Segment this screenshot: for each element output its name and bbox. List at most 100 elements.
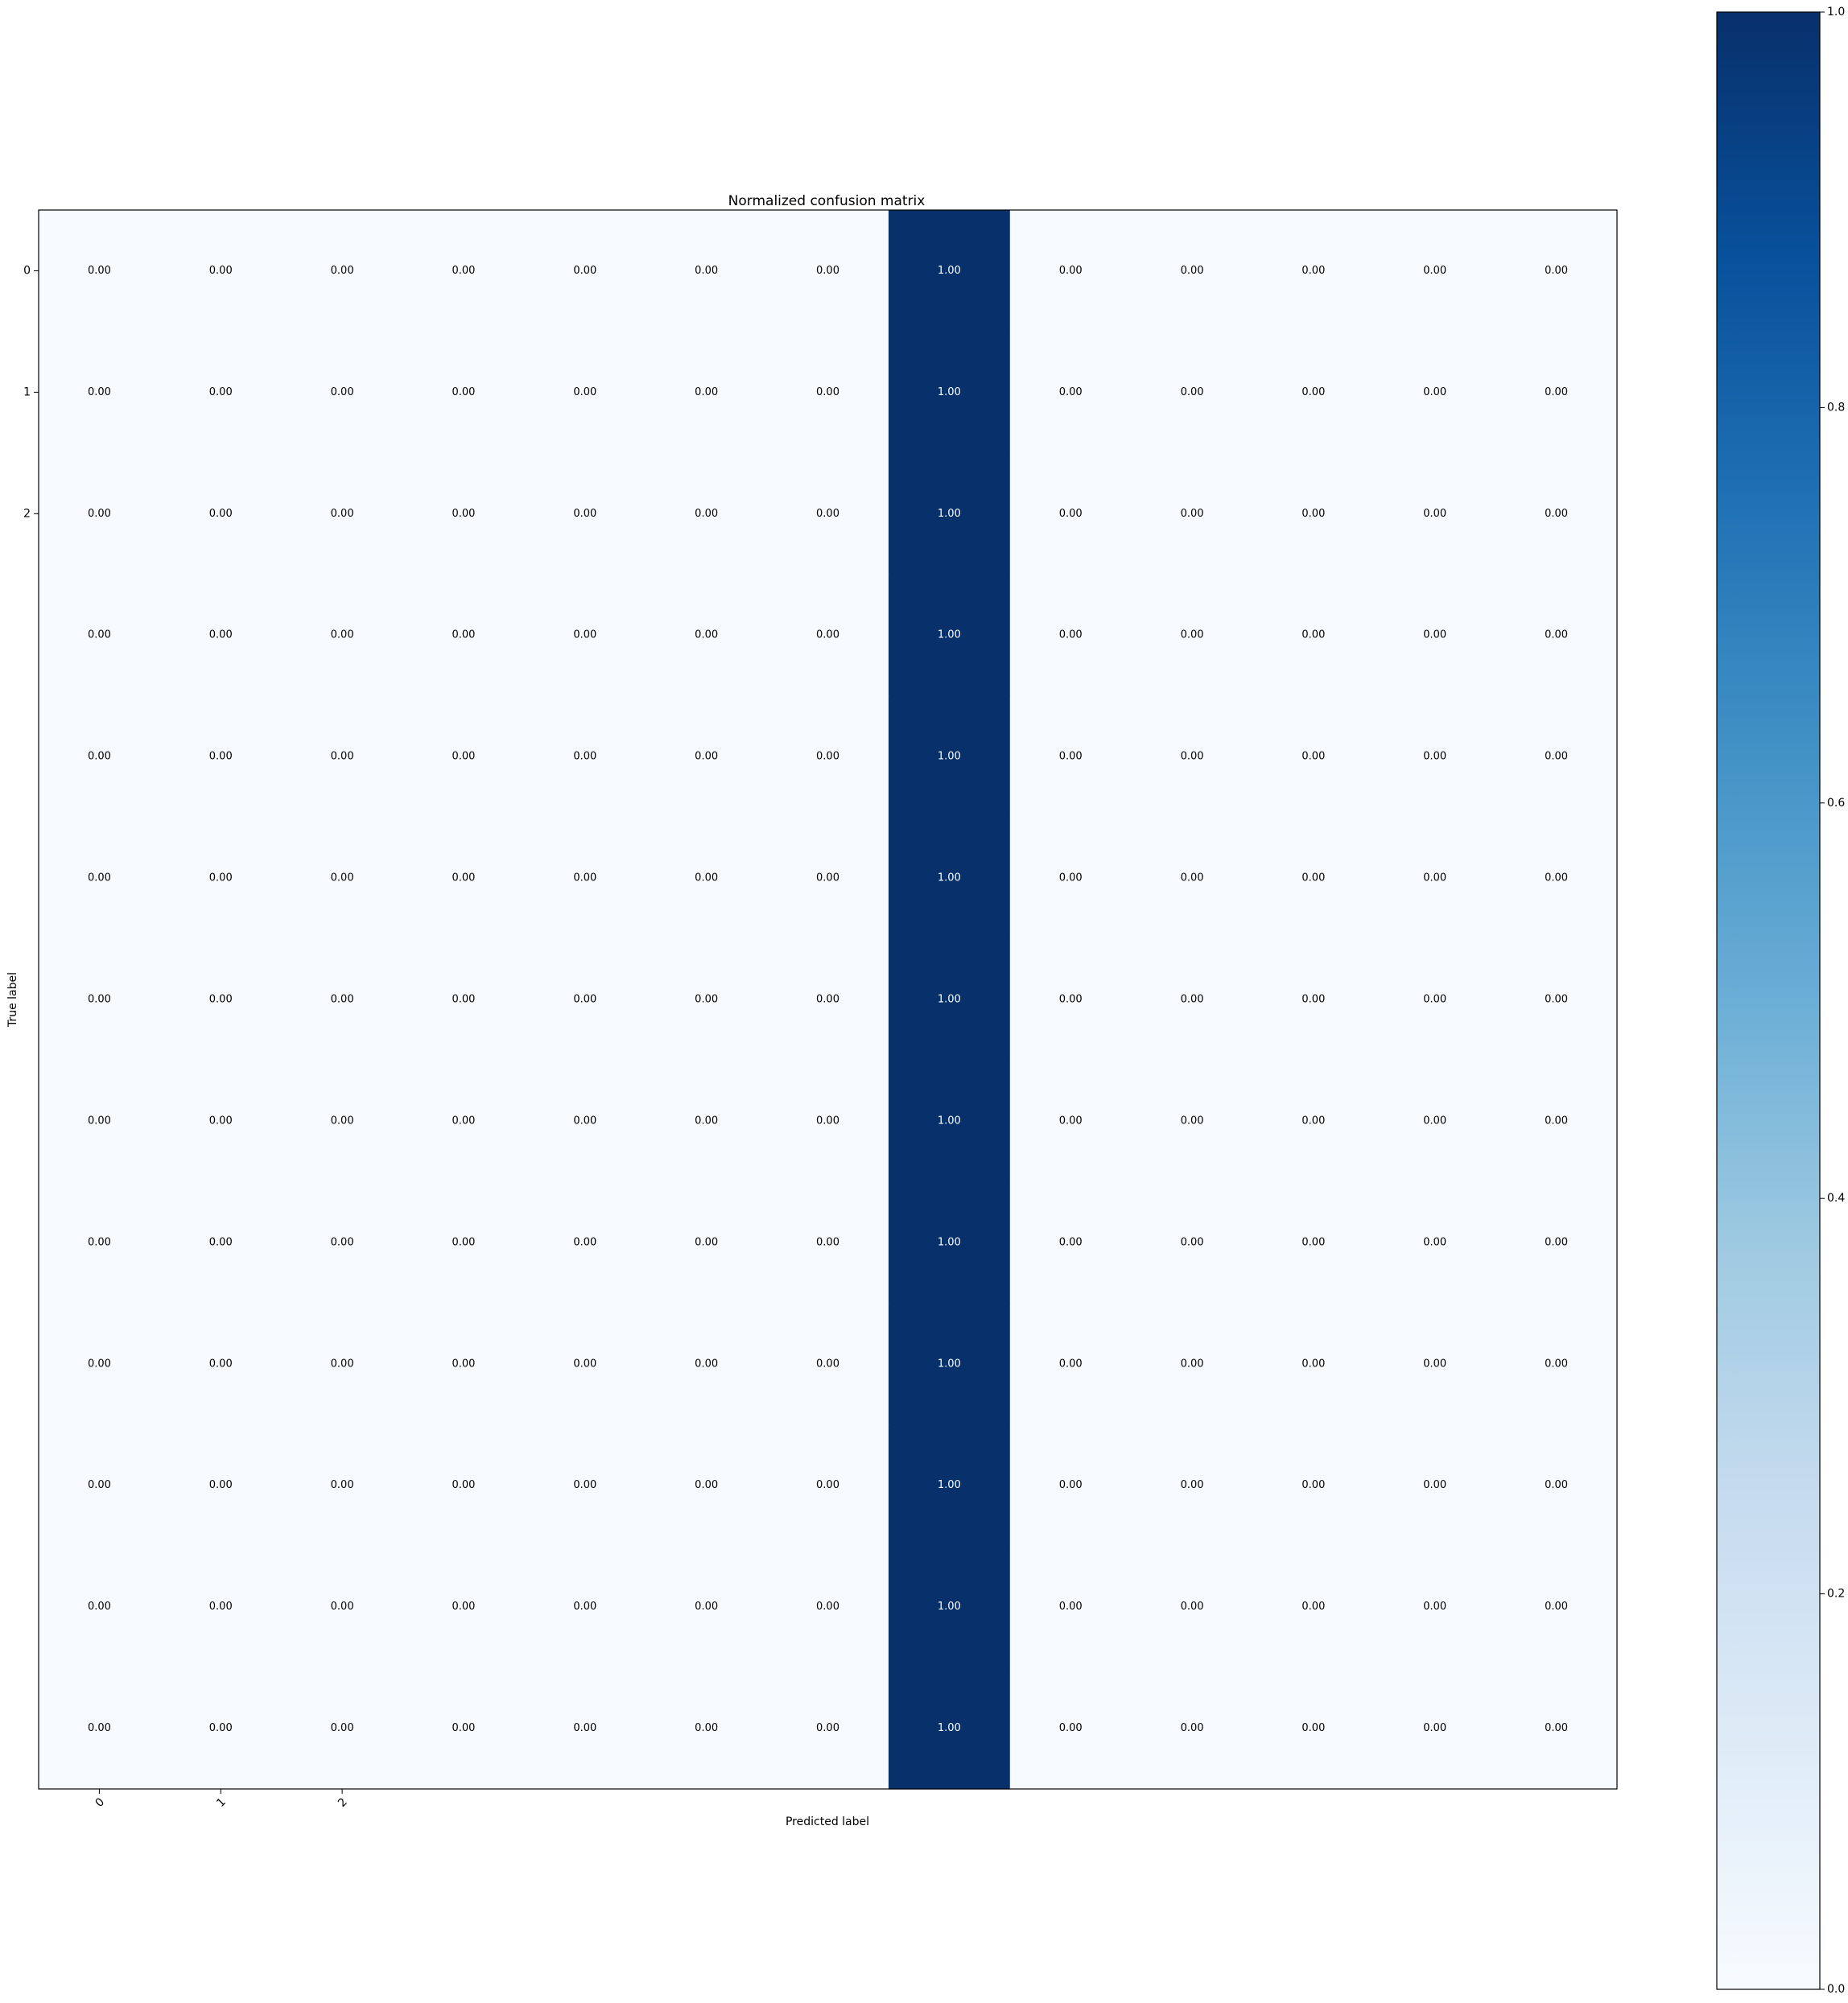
cell-value-label: 0.00 bbox=[452, 1236, 475, 1248]
cell-value-label: 0.00 bbox=[1423, 386, 1446, 398]
cell-value-label: 0.00 bbox=[1423, 1479, 1446, 1491]
cell-value-label: 1.00 bbox=[938, 872, 961, 884]
cell-value-label: 1.00 bbox=[938, 1115, 961, 1127]
cell-value-label: 0.00 bbox=[816, 994, 839, 1006]
x-axis-label: Predicted label bbox=[786, 1815, 869, 1828]
cell-value-label: 0.00 bbox=[209, 1601, 233, 1613]
cell-value-label: 0.00 bbox=[816, 872, 839, 884]
cell-value-label: 0.00 bbox=[331, 629, 354, 641]
cell-value-label: 0.00 bbox=[1423, 508, 1446, 520]
cell-value-label: 0.00 bbox=[452, 994, 475, 1006]
cell-value-label: 0.00 bbox=[573, 386, 596, 398]
cell-value-label: 0.00 bbox=[1301, 1601, 1325, 1613]
cell-value-label: 0.00 bbox=[1301, 265, 1325, 277]
cell-value-label: 0.00 bbox=[88, 1722, 111, 1734]
cell-value-label: 0.00 bbox=[1059, 508, 1083, 520]
cell-value-label: 0.00 bbox=[1181, 1479, 1204, 1491]
cell-value-label: 1.00 bbox=[938, 508, 961, 520]
cell-value-label: 0.00 bbox=[331, 1358, 354, 1370]
cell-value-label: 0.00 bbox=[1301, 508, 1325, 520]
cell-value-label: 0.00 bbox=[1059, 872, 1083, 884]
cell-value-label: 0.00 bbox=[1545, 1479, 1568, 1491]
cell-value-label: 0.00 bbox=[695, 872, 718, 884]
cell-value-label: 0.00 bbox=[816, 386, 839, 398]
cell-value-label: 0.00 bbox=[452, 265, 475, 277]
cell-value-label: 0.00 bbox=[331, 265, 354, 277]
cell-value-label: 0.00 bbox=[1181, 629, 1204, 641]
cell-value-label: 0.00 bbox=[452, 872, 475, 884]
colorbar-tick-label: 0.0 bbox=[1827, 1983, 1845, 1996]
cell-value-label: 0.00 bbox=[573, 1358, 596, 1370]
cell-value-label: 0.00 bbox=[209, 1479, 233, 1491]
cell-value-label: 0.00 bbox=[573, 1115, 596, 1127]
cell-value-label: 0.00 bbox=[816, 1236, 839, 1248]
cell-value-label: 0.00 bbox=[1181, 994, 1204, 1006]
cell-value-label: 0.00 bbox=[695, 1601, 718, 1613]
cell-value-label: 0.00 bbox=[209, 1358, 233, 1370]
cell-value-label: 0.00 bbox=[1545, 629, 1568, 641]
cell-value-label: 0.00 bbox=[88, 386, 111, 398]
cell-value-label: 0.00 bbox=[88, 751, 111, 763]
y-tick-label: 1 bbox=[23, 385, 31, 398]
cell-value-label: 0.00 bbox=[1059, 1479, 1083, 1491]
cell-value-label: 0.00 bbox=[1059, 1115, 1083, 1127]
cell-value-label: 0.00 bbox=[1059, 751, 1083, 763]
cell-value-label: 0.00 bbox=[1423, 1601, 1446, 1613]
cell-value-label: 0.00 bbox=[1181, 1236, 1204, 1248]
cell-value-label: 0.00 bbox=[1301, 872, 1325, 884]
cell-value-label: 0.00 bbox=[452, 1358, 475, 1370]
cell-value-label: 0.00 bbox=[1059, 629, 1083, 641]
cell-value-label: 0.00 bbox=[1301, 1358, 1325, 1370]
confusion-matrix-figure: Normalized confusion matrix 0.00 0.00 0.00… bbox=[6, 6, 1845, 1996]
cell-value-label: 0.00 bbox=[816, 629, 839, 641]
cell-value-label: 0.00 bbox=[209, 1722, 233, 1734]
cell-value-label: 0.00 bbox=[816, 265, 839, 277]
cell-value-label: 0.00 bbox=[816, 1115, 839, 1127]
cell-value-label: 0.00 bbox=[209, 751, 233, 763]
cell-value-label: 0.00 bbox=[1059, 386, 1083, 398]
cell-value-label: 0.00 bbox=[695, 508, 718, 520]
cell-value-label: 0.00 bbox=[1423, 872, 1446, 884]
cell-value-label: 0.00 bbox=[88, 629, 111, 641]
cell-value-label: 0.00 bbox=[1423, 1358, 1446, 1370]
cell-value-label: 0.00 bbox=[1301, 1236, 1325, 1248]
cell-value-label: 0.00 bbox=[209, 265, 233, 277]
cell-value-label: 0.00 bbox=[1181, 386, 1204, 398]
colorbar-ticks: 0.0 0.2 0.4 0.6 0.8 1.0 bbox=[1820, 6, 1845, 1996]
cell-value-label: 0.00 bbox=[1181, 751, 1204, 763]
cell-value-label: 0.00 bbox=[695, 1236, 718, 1248]
cell-value-label: 0.00 bbox=[1301, 994, 1325, 1006]
cell-value-label: 0.00 bbox=[1181, 1358, 1204, 1370]
cell-value-label: 0.00 bbox=[695, 1358, 718, 1370]
cell-value-label: 0.00 bbox=[1059, 1236, 1083, 1248]
x-axis-ticks: 0 1 2 bbox=[93, 1789, 350, 1810]
cell-value-label: 0.00 bbox=[331, 1479, 354, 1491]
cell-value-label: 0.00 bbox=[452, 508, 475, 520]
colorbar bbox=[1716, 11, 1821, 1990]
chart-title: Normalized confusion matrix bbox=[728, 193, 926, 209]
cell-value-label: 0.00 bbox=[695, 1115, 718, 1127]
colorbar-tick-label: 1.0 bbox=[1827, 6, 1845, 19]
cell-value-label: 0.00 bbox=[331, 1236, 354, 1248]
cell-value-label: 0.00 bbox=[816, 508, 839, 520]
cell-value-label: 0.00 bbox=[573, 1479, 596, 1491]
cell-value-label: 1.00 bbox=[938, 386, 961, 398]
cell-value-label: 0.00 bbox=[573, 508, 596, 520]
cell-value-label: 0.00 bbox=[695, 751, 718, 763]
cell-value-label: 0.00 bbox=[88, 1358, 111, 1370]
cell-value-label: 0.00 bbox=[816, 1479, 839, 1491]
cell-value-label: 0.00 bbox=[1545, 1358, 1568, 1370]
cell-value-label: 0.00 bbox=[1301, 1115, 1325, 1127]
cell-value-label: 0.00 bbox=[209, 508, 233, 520]
cell-value-label: 1.00 bbox=[938, 1479, 961, 1491]
y-tick-label: 2 bbox=[23, 507, 31, 520]
cell-value-label: 0.00 bbox=[1545, 1722, 1568, 1734]
cell-value-label: 0.00 bbox=[331, 872, 354, 884]
cell-value-label: 0.00 bbox=[1423, 994, 1446, 1006]
cell-value-label: 0.00 bbox=[1545, 872, 1568, 884]
cell-value-label: 1.00 bbox=[938, 1236, 961, 1248]
cell-value-label: 0.00 bbox=[1059, 1722, 1083, 1734]
cell-value-label: 0.00 bbox=[88, 1479, 111, 1491]
cell-value-label: 0.00 bbox=[1181, 1601, 1204, 1613]
cell-value-label: 0.00 bbox=[695, 265, 718, 277]
